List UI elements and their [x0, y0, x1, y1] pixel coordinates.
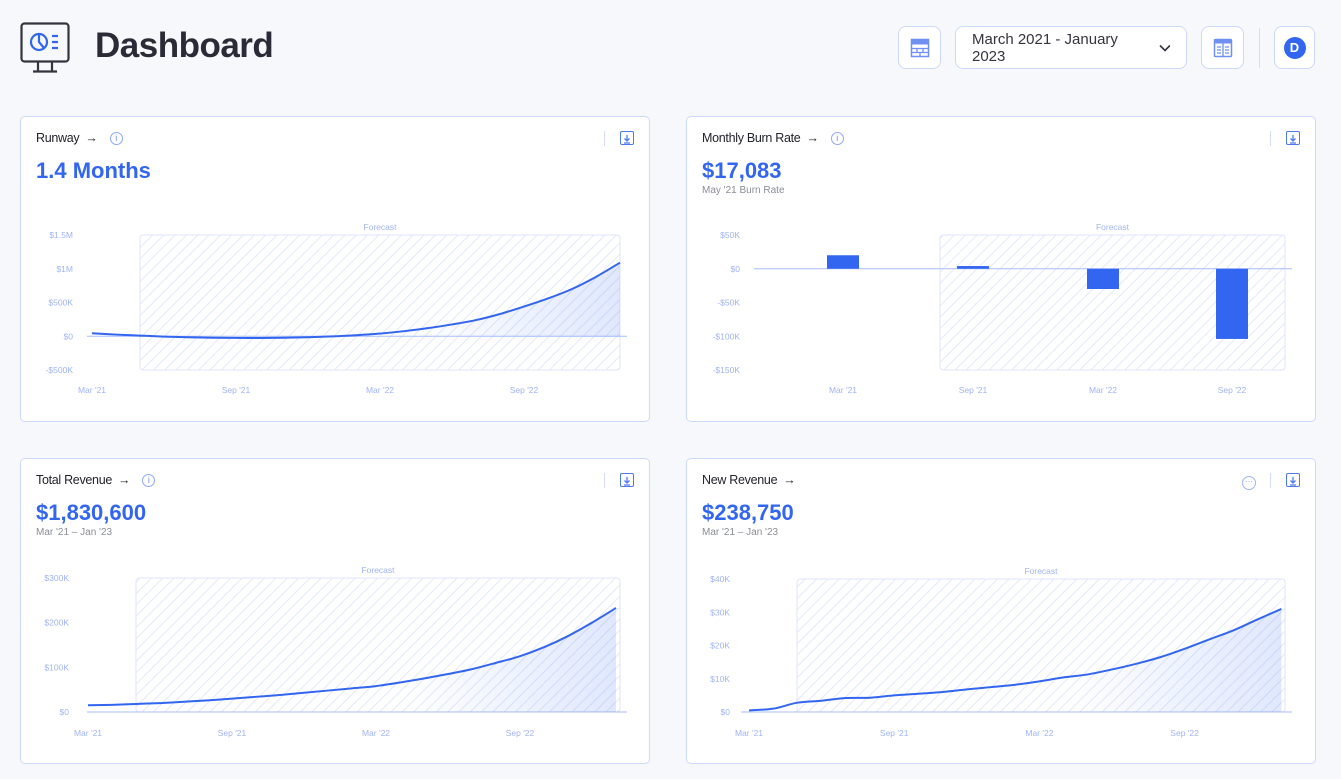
card-monthly-burn-rate: Monthly Burn Rate → i $17,083 May '21 Burn…: [686, 116, 1316, 422]
y-tick-label: $0: [64, 331, 74, 341]
y-tick-label: $500K: [48, 298, 73, 308]
date-range-label: March 2021 - January 2023: [972, 30, 1118, 65]
y-tick-label: $20K: [710, 641, 730, 651]
forecast-label: Forecast: [1024, 566, 1058, 576]
y-tick-label: -$50K: [717, 298, 740, 308]
x-tick-label: Sep '21: [959, 385, 988, 395]
bar[interactable]: [957, 266, 989, 269]
y-tick-label: $50K: [720, 230, 740, 240]
bar[interactable]: [1087, 268, 1119, 289]
x-tick-label: Mar '21: [829, 385, 857, 395]
y-tick-label: -$100K: [713, 331, 741, 341]
chart: Forecast $1.5M $1M $500K $0 -$500K Mar '21 Sep …: [46, 222, 627, 395]
x-tick-label: Sep '22: [506, 728, 535, 738]
table-layout-icon: [910, 38, 929, 57]
card-new-revenue: New Revenue → $238,750 Mar '21 – Jan '23 …: [686, 458, 1316, 764]
bar[interactable]: [1216, 268, 1248, 339]
x-tick-label: Sep '22: [510, 385, 539, 395]
bar[interactable]: [827, 255, 859, 269]
chart: Forecast $300K $200K $100K $0 Mar '21 Sep '21 M…: [44, 565, 627, 738]
forecast-label: Forecast: [361, 565, 395, 575]
x-tick-label: Mar '22: [1089, 385, 1117, 395]
page-title: Dashboard: [95, 26, 274, 65]
chart: Forecast $40K $30K $20K $10K $0 Mar '21 Sep '21…: [710, 566, 1292, 738]
x-tick-label: Mar '21: [735, 728, 763, 738]
y-tick-label: -$500K: [46, 365, 74, 375]
x-tick-label: Mar '21: [74, 728, 102, 738]
y-tick-label: $1.5M: [49, 230, 73, 240]
y-tick-label: $0: [721, 707, 731, 717]
chart: Forecast $50K $0 -$50K -$100K -$150K Mar '21 Se…: [713, 222, 1292, 395]
x-tick-label: Mar '22: [1025, 728, 1053, 738]
forecast-label: Forecast: [363, 222, 397, 232]
toolbar-divider: [1259, 28, 1260, 68]
chevron-down-icon: [1159, 44, 1170, 52]
card-runway: Runway → i 1.4 Months Forecast $1.5M $1M $500…: [20, 116, 650, 422]
monitor-chart-icon: [20, 22, 70, 73]
x-tick-label: Mar '22: [366, 385, 394, 395]
y-tick-label: $1M: [56, 264, 73, 274]
date-range-select[interactable]: March 2021 - January 2023: [955, 26, 1187, 69]
user-menu-button[interactable]: D: [1274, 26, 1315, 69]
x-tick-label: Mar '22: [362, 728, 390, 738]
y-tick-label: $200K: [44, 618, 69, 628]
spreadsheet-icon: [1213, 38, 1232, 57]
y-tick-label: $30K: [710, 607, 730, 617]
card-total-revenue: Total Revenue → i $1,830,600 Mar '21 – Jan…: [20, 458, 650, 764]
y-tick-label: $0: [731, 264, 741, 274]
y-tick-label: $40K: [710, 574, 730, 584]
x-tick-label: Sep '21: [222, 385, 251, 395]
y-tick-label: -$150K: [713, 365, 741, 375]
y-tick-label: $300K: [44, 573, 69, 583]
table-view-button[interactable]: [1201, 26, 1244, 69]
x-tick-label: Mar '21: [78, 385, 106, 395]
forecast-label: Forecast: [1096, 222, 1130, 232]
y-tick-label: $0: [60, 707, 70, 717]
x-tick-label: Sep '21: [880, 728, 909, 738]
x-tick-label: Sep '22: [1218, 385, 1247, 395]
y-tick-label: $100K: [44, 662, 69, 672]
avatar: D: [1283, 36, 1306, 59]
x-tick-label: Sep '22: [1170, 728, 1199, 738]
x-tick-label: Sep '21: [218, 728, 247, 738]
y-tick-label: $10K: [710, 674, 730, 684]
layout-button[interactable]: [898, 26, 941, 69]
